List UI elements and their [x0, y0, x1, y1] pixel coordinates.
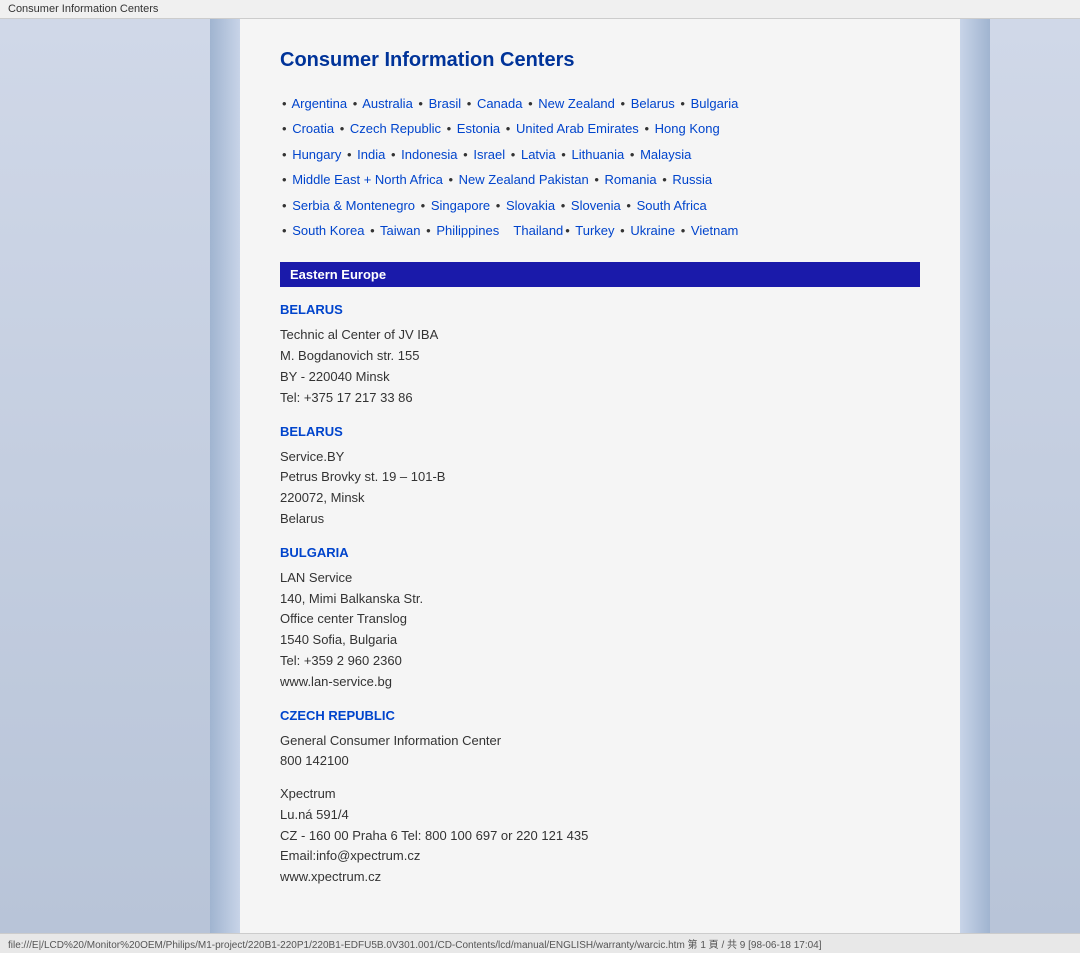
link-vietnam[interactable]: Vietnam	[691, 223, 738, 238]
link-india[interactable]: India	[357, 147, 385, 162]
link-taiwan[interactable]: Taiwan	[380, 223, 420, 238]
nav-links: • Argentina • Australia • Brasil • Canad…	[280, 92, 920, 242]
country-label-belarus-1: BELARUS	[280, 302, 920, 317]
link-latvia[interactable]: Latvia	[521, 147, 556, 162]
left-sidebar	[0, 19, 240, 933]
link-croatia[interactable]: Croatia	[292, 121, 334, 136]
country-label-belarus-2: BELARUS	[280, 424, 920, 439]
link-indonesia[interactable]: Indonesia	[401, 147, 457, 162]
link-slovakia[interactable]: Slovakia	[506, 198, 555, 213]
link-bulgaria[interactable]: Bulgaria	[691, 96, 739, 111]
nav-row-6: • South Korea • Taiwan • Philippines Tha…	[280, 219, 920, 242]
link-turkey[interactable]: Turkey	[575, 223, 614, 238]
address-block-czech-1: General Consumer Information Center 800 …	[280, 731, 920, 773]
link-middle-east[interactable]: Middle East + North Africa	[292, 172, 443, 187]
browser-title-text: Consumer Information Centers	[8, 3, 158, 15]
link-estonia[interactable]: Estonia	[457, 121, 500, 136]
country-section-belarus-1: BELARUS Technic al Center of JV IBA M. B…	[280, 302, 920, 408]
link-serbia[interactable]: Serbia & Montenegro	[292, 198, 415, 213]
link-philippines[interactable]: Philippines	[436, 223, 499, 238]
nav-row-1: • Argentina • Australia • Brasil • Canad…	[280, 92, 920, 115]
country-section-belarus-2: BELARUS Service.BY Petrus Brovky st. 19 …	[280, 424, 920, 530]
link-ukraine[interactable]: Ukraine	[630, 223, 675, 238]
main-content: Consumer Information Centers • Argentina…	[240, 19, 960, 933]
country-section-bulgaria: BULGARIA LAN Service 140, Mimi Balkanska…	[280, 545, 920, 693]
link-new-zealand[interactable]: New Zealand	[538, 96, 615, 111]
link-australia[interactable]: Australia	[362, 96, 413, 111]
link-singapore[interactable]: Singapore	[431, 198, 490, 213]
link-slovenia[interactable]: Slovenia	[571, 198, 621, 213]
link-thailand[interactable]: Thailand	[513, 223, 563, 238]
nav-row-5: • Serbia & Montenegro • Singapore • Slov…	[280, 194, 920, 217]
link-belarus[interactable]: Belarus	[631, 96, 675, 111]
link-romania[interactable]: Romania	[605, 172, 657, 187]
link-hong-kong[interactable]: Hong Kong	[655, 121, 720, 136]
link-argentina[interactable]: Argentina	[291, 96, 347, 111]
country-section-czech: CZECH REPUBLIC General Consumer Informat…	[280, 708, 920, 889]
link-israel[interactable]: Israel	[473, 147, 505, 162]
link-lithuania[interactable]: Lithuania	[571, 147, 624, 162]
link-canada[interactable]: Canada	[477, 96, 523, 111]
link-russia[interactable]: Russia	[672, 172, 712, 187]
address-block-belarus-1: Technic al Center of JV IBA M. Bogdanovi…	[280, 325, 920, 408]
nav-row-4: • Middle East + North Africa • New Zeala…	[280, 168, 920, 191]
address-block-bulgaria: LAN Service 140, Mimi Balkanska Str. Off…	[280, 568, 920, 693]
link-south-africa[interactable]: South Africa	[637, 198, 707, 213]
country-label-bulgaria: BULGARIA	[280, 545, 920, 560]
nav-row-2: • Croatia • Czech Republic • Estonia • U…	[280, 117, 920, 140]
link-nz-pakistan[interactable]: New Zealand Pakistan	[459, 172, 589, 187]
nav-row-3: • Hungary • India • Indonesia • Israel •…	[280, 143, 920, 166]
link-brasil[interactable]: Brasil	[429, 96, 462, 111]
link-malaysia[interactable]: Malaysia	[640, 147, 691, 162]
status-bar-text: file:///E|/LCD%20/Monitor%20OEM/Philips/…	[8, 940, 822, 951]
right-sidebar	[960, 19, 1080, 933]
link-czech-republic[interactable]: Czech Republic	[350, 121, 441, 136]
link-south-korea[interactable]: South Korea	[292, 223, 364, 238]
status-bar: file:///E|/LCD%20/Monitor%20OEM/Philips/…	[0, 933, 1080, 953]
link-hungary[interactable]: Hungary	[292, 147, 341, 162]
country-label-czech: CZECH REPUBLIC	[280, 708, 920, 723]
bullet-1: •	[282, 96, 287, 111]
link-uae[interactable]: United Arab Emirates	[516, 121, 639, 136]
address-block-czech-2: Xpectrum Lu.ná 591/4 CZ - 160 00 Praha 6…	[280, 784, 920, 888]
page-title: Consumer Information Centers	[280, 49, 920, 72]
address-block-belarus-2: Service.BY Petrus Brovky st. 19 – 101-B …	[280, 447, 920, 530]
browser-title-bar: Consumer Information Centers	[0, 0, 1080, 19]
section-header-eastern-europe: Eastern Europe	[280, 262, 920, 287]
